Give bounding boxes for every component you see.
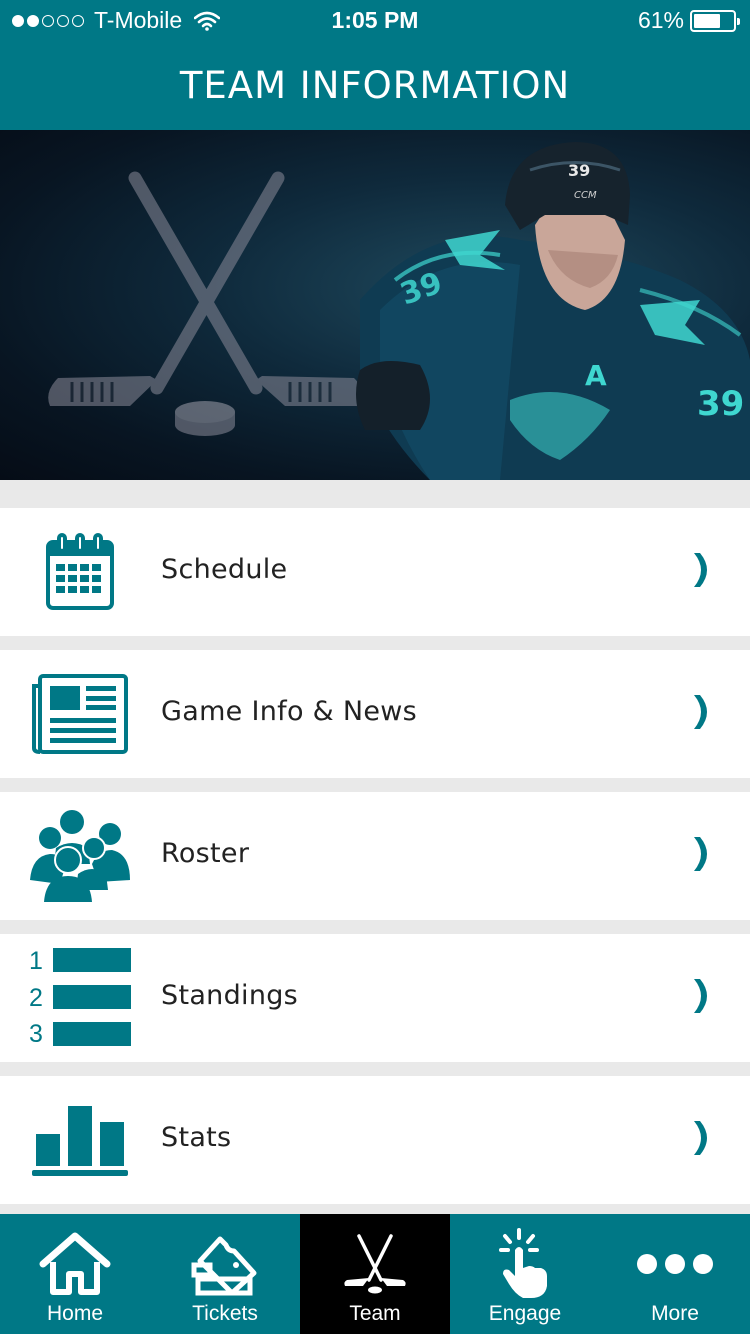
tab-label-home: Home xyxy=(46,1302,104,1325)
tab-engage[interactable]: Engage xyxy=(450,1214,600,1334)
captain-letter: A xyxy=(585,359,607,392)
tab-tickets[interactable]: Tickets xyxy=(150,1214,300,1334)
tab-home[interactable]: Home xyxy=(0,1214,150,1334)
ticket-icon xyxy=(150,1228,300,1300)
chevron-right-icon xyxy=(694,695,707,729)
tab-label-team: Team xyxy=(349,1302,401,1325)
standings-rank-1: 1 xyxy=(29,947,43,975)
menu-label-standings: Standings xyxy=(161,980,299,1011)
standings-rank-2: 2 xyxy=(29,984,43,1012)
menu-label-game-info-news: Game Info & News xyxy=(161,696,418,727)
page-title: TEAM INFORMATION xyxy=(179,64,571,107)
status-right: 61% xyxy=(637,7,740,34)
hockey-player-image: 39 CCM 39 A 39 xyxy=(356,142,750,480)
status-bar: T-Mobile 1:05 PM 61% xyxy=(0,0,750,40)
standings-rank-3: 3 xyxy=(29,1020,43,1048)
calendar-icon xyxy=(26,528,134,616)
tab-label-engage: Engage xyxy=(488,1302,562,1325)
tap-icon xyxy=(450,1228,600,1300)
chevron-right-icon xyxy=(694,979,707,1013)
home-icon xyxy=(0,1228,150,1300)
menu-item-schedule[interactable]: Schedule xyxy=(0,508,750,636)
menu-label-schedule: Schedule xyxy=(161,554,288,585)
menu-item-standings[interactable]: 1 2 3 Standings xyxy=(0,934,750,1062)
hero-banner: 39 CCM 39 A 39 xyxy=(0,130,750,480)
helmet-brand: CCM xyxy=(574,190,597,201)
tab-label-more: More xyxy=(651,1302,699,1325)
menu-label-roster: Roster xyxy=(161,838,250,869)
menu-item-roster[interactable]: Roster xyxy=(0,792,750,920)
helmet-number: 39 xyxy=(568,161,590,180)
tab-more[interactable]: More xyxy=(600,1214,750,1334)
standings-list-icon: 1 2 3 xyxy=(26,946,134,1050)
newspaper-icon xyxy=(26,670,134,758)
hockey-sticks-icon xyxy=(300,1228,450,1300)
tab-label-tickets: Tickets xyxy=(192,1302,258,1325)
people-group-icon xyxy=(26,810,134,902)
bottom-tab-bar: Home Tickets Team Engage More xyxy=(0,1214,750,1334)
battery-icon xyxy=(690,9,740,32)
tab-team[interactable]: Team xyxy=(300,1214,450,1334)
chevron-right-icon xyxy=(694,553,707,587)
bar-chart-icon xyxy=(26,1096,134,1184)
menu-item-game-info-news[interactable]: Game Info & News xyxy=(0,650,750,778)
more-dots-icon xyxy=(600,1228,750,1300)
crossed-sticks-graphic xyxy=(48,171,364,436)
battery-percent: 61% xyxy=(637,7,684,33)
top-bar: T-Mobile 1:05 PM 61% TEAM INFORMATION xyxy=(0,0,750,130)
menu-item-stats[interactable]: Stats xyxy=(0,1076,750,1204)
chevron-right-icon xyxy=(694,837,707,871)
chevron-right-icon xyxy=(694,1121,707,1155)
menu-label-stats: Stats xyxy=(161,1122,232,1153)
sleeve-number: 39 xyxy=(697,384,744,424)
hero-illustration: 39 CCM 39 A 39 xyxy=(48,142,750,480)
